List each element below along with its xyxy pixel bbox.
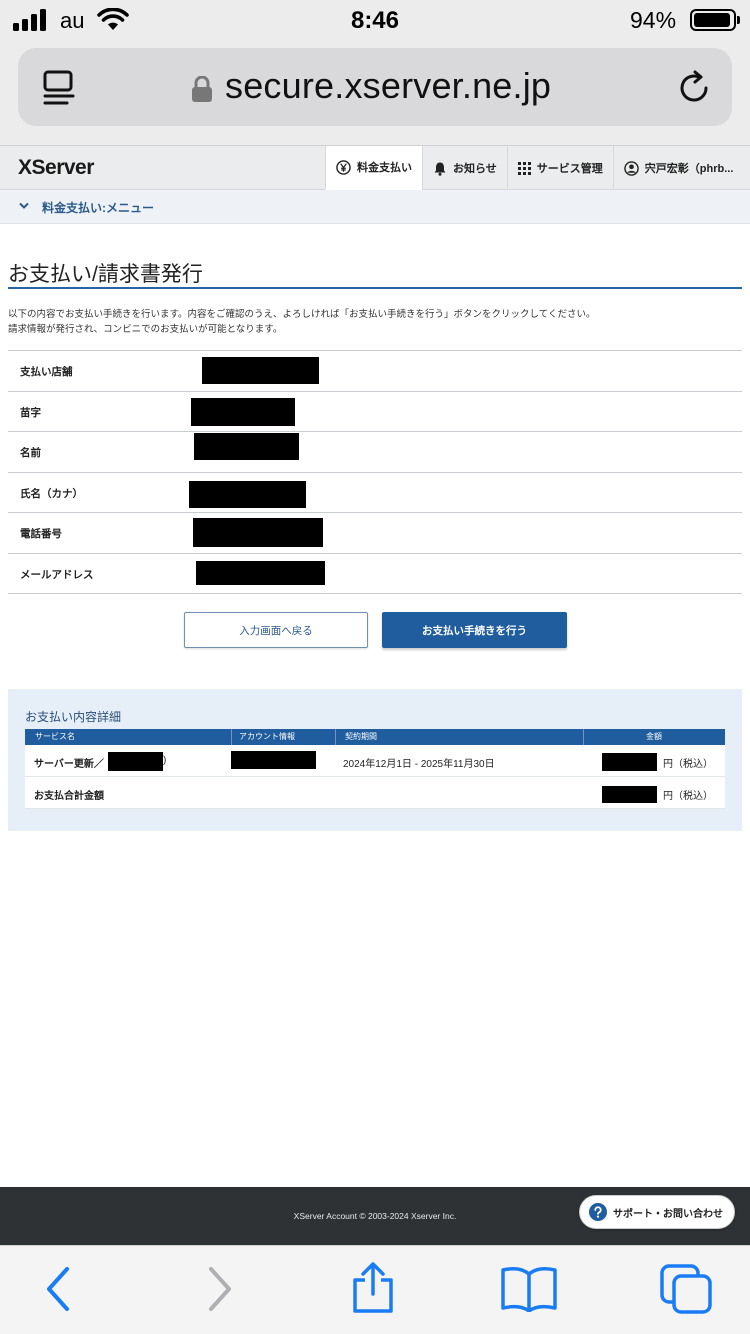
url-text[interactable]: secure.xserver.ne.jp — [225, 65, 551, 107]
xserver-logo[interactable]: XServer — [18, 156, 94, 180]
total-amount-unit: 円（税込） — [663, 791, 713, 802]
details-table: サービス名 アカウント情報 契約期間 金額 サーバー更新／ ) 2024年12月… — [25, 729, 725, 809]
redacted-value — [189, 480, 306, 508]
field-label-phone: 電話番号 — [20, 528, 62, 540]
battery-icon — [690, 9, 740, 31]
back-icon[interactable] — [44, 1266, 72, 1312]
lock-icon — [192, 76, 212, 102]
confirmation-table: 支払い店舗 苗字 名前 氏名（カナ） 電話番号 メールアドレス — [8, 350, 742, 594]
forward-icon[interactable] — [206, 1266, 234, 1312]
intro-line: 請求情報が発行され、コンビニでのお支払いが可能となります。 — [8, 324, 283, 335]
table-row: 名前 — [8, 432, 742, 473]
payment-details-panel: お支払い内容詳細 サービス名 アカウント情報 契約期間 金額 サーバー更新／ )… — [8, 689, 742, 831]
column-header-amount: 金額 — [646, 732, 662, 741]
table-row: 電話番号 — [8, 513, 742, 554]
service-name-prefix: サーバー更新／ — [34, 759, 104, 770]
support-contact-button[interactable]: サポート・お問い合わせ — [579, 1195, 735, 1229]
table-row: メールアドレス — [8, 554, 742, 594]
nav-item-billing[interactable]: 料金支払い — [325, 146, 422, 190]
reload-icon[interactable] — [676, 70, 712, 106]
contract-period: 2024年12月1日 - 2025年11月30日 — [343, 759, 495, 770]
breadcrumb[interactable]: 料金支払い:メニュー — [0, 190, 750, 224]
yen-icon — [336, 159, 351, 175]
title-divider — [8, 287, 742, 289]
table-row: 苗字 — [8, 392, 742, 432]
nav-item-service-management[interactable]: サービス管理 — [506, 146, 613, 190]
amount-unit: 円（税込） — [663, 759, 713, 770]
nav-item-account[interactable]: 宍戸宏彰（phrb... — [612, 146, 744, 190]
grid-icon — [517, 161, 531, 175]
field-label-first-name: 名前 — [20, 447, 41, 459]
status-bar: au 8:46 94% — [0, 0, 750, 40]
redacted-value — [231, 751, 316, 769]
table-row-total: お支払合計金額 円（税込） — [25, 777, 725, 809]
page-title: お支払い/請求書発行 — [8, 263, 203, 286]
redacted-value — [196, 560, 325, 585]
redacted-value — [602, 786, 657, 803]
help-icon — [589, 1203, 607, 1221]
reader-view-icon[interactable] — [42, 70, 76, 106]
redacted-value — [194, 433, 299, 460]
total-label: お支払合計金額 — [34, 791, 104, 802]
battery-percent: 94% — [630, 7, 677, 33]
column-header-account: アカウント情報 — [239, 732, 295, 741]
column-header-service: サービス名 — [35, 732, 75, 741]
nav-item-label: サービス管理 — [536, 163, 603, 175]
nav-item-notices[interactable]: お知らせ — [422, 146, 507, 190]
redacted-value — [191, 397, 295, 426]
header-nav: 料金支払い お知らせ サービス管理 宍戸宏彰（phrb... — [325, 146, 743, 190]
bell-icon — [434, 162, 446, 176]
browser-address-area: secure.xserver.ne.jp — [0, 40, 750, 146]
site-header: XServer 料金支払い お知らせ サービス管理 宍戸宏彰（phrb... — [0, 146, 750, 190]
table-row: 支払い店舗 — [8, 351, 742, 392]
bookmarks-icon[interactable] — [500, 1266, 558, 1312]
redacted-value — [193, 518, 323, 547]
field-label-email: メールアドレス — [20, 568, 94, 581]
column-header-period: 契約期間 — [345, 732, 377, 741]
intro-line: 以下の内容でお支払い手続きを行います。内容をご確認のうえ、よろしければ「お支払い… — [8, 309, 596, 320]
address-bar[interactable]: secure.xserver.ne.jp — [18, 48, 732, 126]
table-row: 氏名（カナ） — [8, 473, 742, 513]
table-row: サーバー更新／ ) 2024年12月1日 - 2025年11月30日 円（税込） — [25, 745, 725, 777]
breadcrumb-label: 料金支払い:メニュー — [42, 201, 154, 215]
nav-item-label: 料金支払い — [357, 162, 412, 174]
nav-item-label: お知らせ — [453, 163, 497, 175]
details-table-header: サービス名 アカウント情報 契約期間 金額 — [25, 729, 725, 745]
browser-toolbar — [0, 1245, 750, 1334]
field-label-last-name: 苗字 — [20, 406, 41, 419]
chevron-down-icon — [19, 202, 29, 209]
user-icon — [624, 160, 639, 176]
share-icon[interactable] — [350, 1262, 396, 1314]
details-title: お支払い内容詳細 — [25, 710, 122, 724]
field-label-kana-name: 氏名（カナ） — [20, 487, 83, 500]
service-name-suffix: ) — [163, 755, 167, 766]
back-to-input-button[interactable]: 入力画面へ戻る — [184, 612, 368, 648]
nav-item-label: 宍戸宏彰（phrb... — [644, 163, 734, 175]
redacted-value — [602, 753, 657, 771]
redacted-value — [108, 752, 163, 771]
intro-text: 以下の内容でお支払い手続きを行います。内容をご確認のうえ、よろしければ「お支払い… — [8, 307, 742, 337]
field-label-store: 支払い店舗 — [20, 366, 73, 378]
proceed-payment-button[interactable]: お支払い手続きを行う — [382, 612, 567, 648]
support-label: サポート・お問い合わせ — [613, 1208, 723, 1220]
tabs-icon[interactable] — [660, 1264, 712, 1314]
redacted-value — [202, 357, 319, 384]
